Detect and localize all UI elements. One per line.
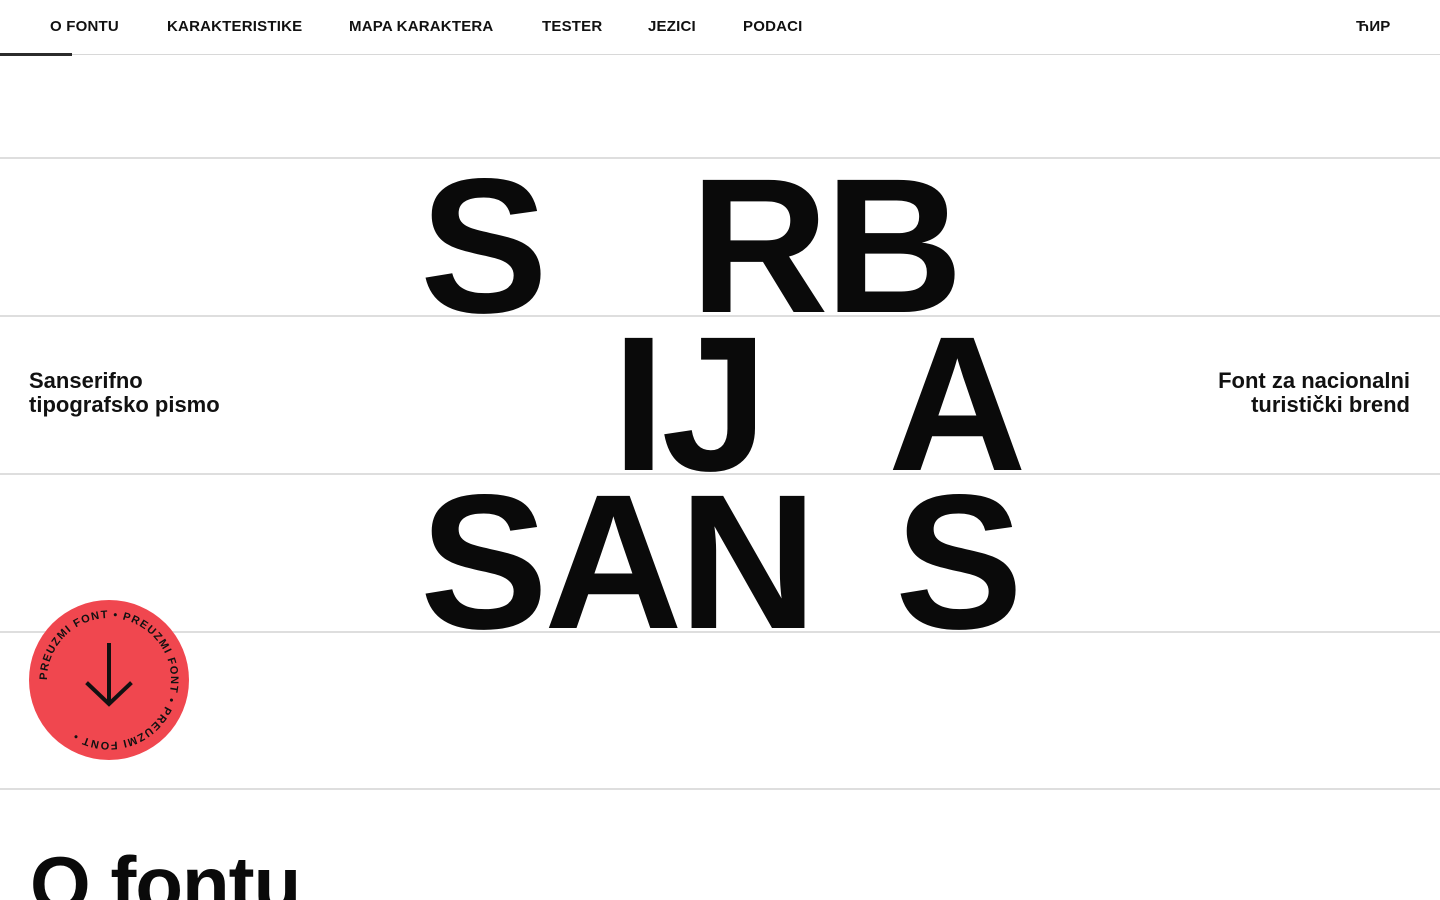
nav-item-o-fontu[interactable]: O FONTU [50, 18, 119, 35]
left-caption-line2: tipografsko pismo [29, 392, 220, 417]
left-caption: Sanserifno tipografsko pismo [29, 369, 220, 417]
nav-active-indicator [0, 53, 72, 56]
right-caption-line2: turistički brend [1251, 392, 1410, 417]
page: O FONTU KARAKTERISTIKE MAPA KARAKTERA TE… [0, 0, 1440, 900]
download-font-button[interactable]: PREUZMI FONT • PREUZMI FONT • PREUZMI FO… [29, 600, 189, 760]
hero-letters-row1-left: S [420, 138, 548, 353]
top-nav: O FONTU KARAKTERISTIKE MAPA KARAKTERA TE… [0, 0, 1440, 56]
nav-item-tester[interactable]: TESTER [542, 18, 602, 35]
nav-item-mapa-karaktera[interactable]: MAPA KARAKTERA [349, 18, 493, 35]
arrow-down-icon [85, 643, 133, 707]
right-caption: Font za nacionalni turistički brend [1218, 369, 1410, 417]
nav-item-karakteristike[interactable]: KARAKTERISTIKE [167, 18, 302, 35]
right-caption-line1: Font za nacionalni [1218, 368, 1410, 393]
download-badge-graphic: PREUZMI FONT • PREUZMI FONT • PREUZMI FO… [38, 609, 179, 751]
grid-line [0, 788, 1440, 790]
nav-item-podaci[interactable]: PODACI [743, 18, 803, 35]
nav-item-jezici[interactable]: JEZICI [648, 18, 696, 35]
script-toggle-cyrillic[interactable]: ЋИР [1356, 18, 1391, 35]
left-caption-line1: Sanserifno [29, 368, 143, 393]
hero-letters-row3-left: SAN [420, 454, 817, 669]
hero-letters-row3-right: S [895, 454, 1023, 669]
section-title-o-fontu: O fontu [30, 840, 301, 900]
